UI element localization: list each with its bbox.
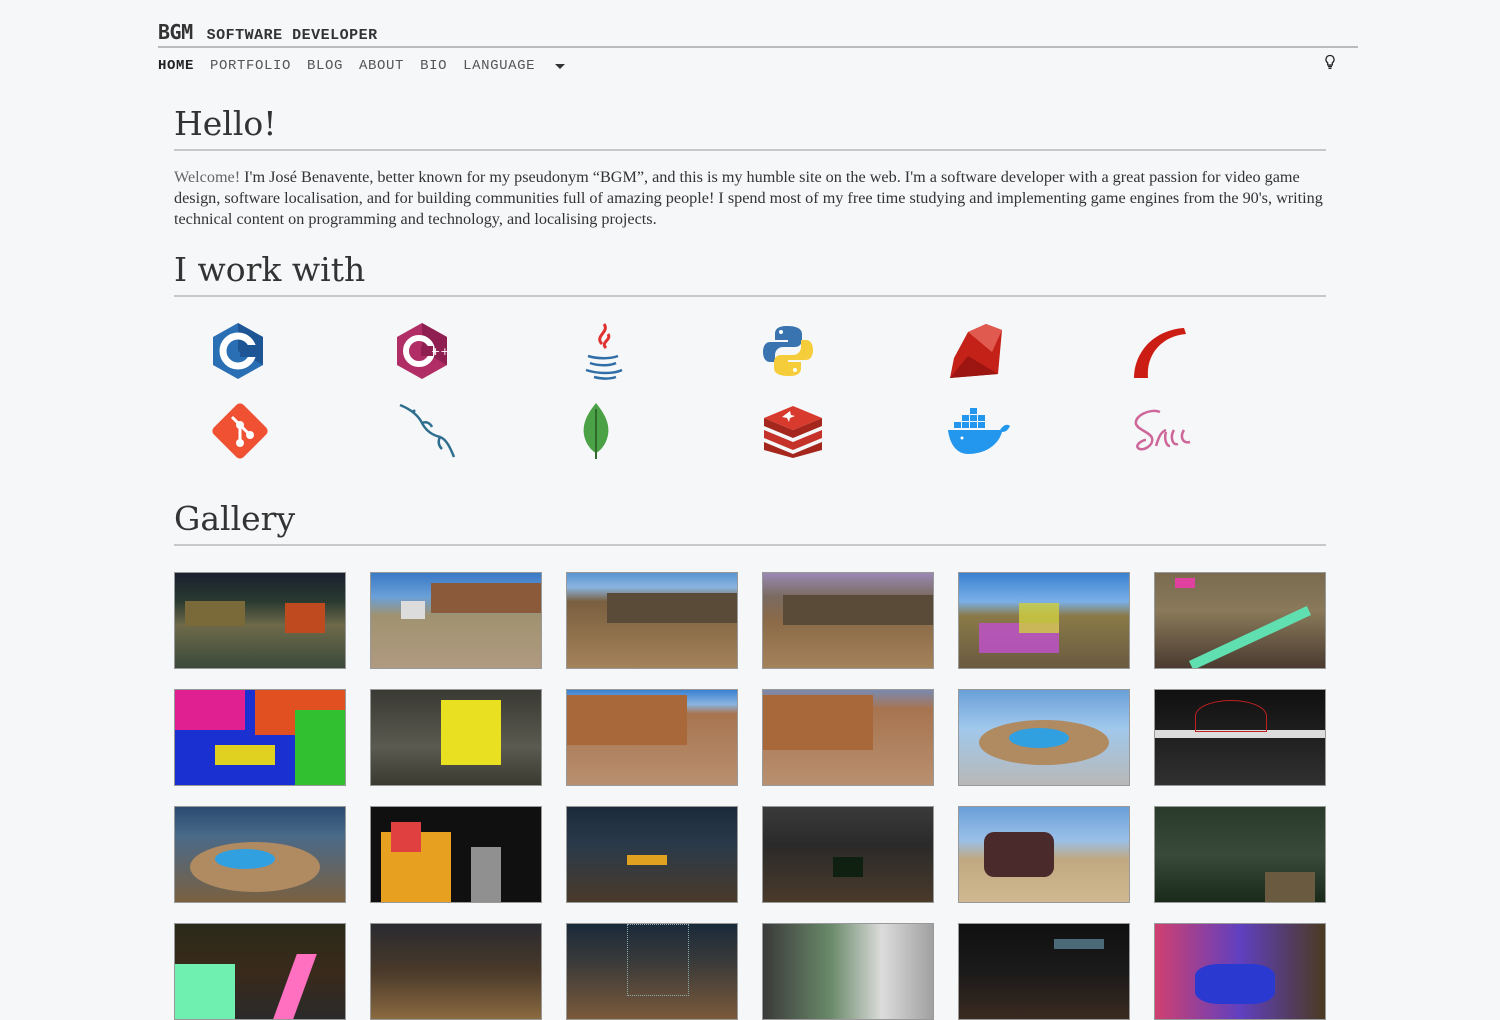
game-screenshot-1[interactable] [174, 572, 346, 669]
game-screenshot-4[interactable] [762, 572, 934, 669]
nav-blog[interactable]: BLOG [307, 58, 343, 74]
intro-paragraph: Welcome! I'm José Benavente, better know… [174, 167, 1326, 230]
rails-icon [1094, 311, 1278, 391]
game-screenshot-18[interactable] [1154, 806, 1326, 903]
gallery-title: Gallery [174, 499, 1326, 546]
brand-subtitle: SOFTWARE DEVELOPER [206, 27, 378, 44]
game-screenshot-6[interactable] [1154, 572, 1326, 669]
game-screenshot-10[interactable] [762, 689, 934, 786]
intro-title: Hello! [174, 104, 1326, 151]
nav-language-label: LANGUAGE [463, 58, 536, 74]
nav-portfolio[interactable]: PORTFOLIO [210, 58, 291, 74]
nav-home[interactable]: HOME [158, 58, 194, 74]
game-screenshot-23[interactable] [958, 923, 1130, 1020]
mongodb-icon [542, 391, 726, 471]
gallery-grid [174, 572, 1326, 1020]
game-screenshot-11[interactable] [958, 689, 1130, 786]
game-screenshot-20[interactable] [370, 923, 542, 1020]
site-header: BGM SOFTWARE DEVELOPER HOME PORTFOLIO BL… [158, 20, 1358, 74]
git-icon [174, 391, 358, 471]
mysql-icon [358, 391, 542, 471]
game-screenshot-24[interactable] [1154, 923, 1326, 1020]
java-icon [542, 311, 726, 391]
brand-name[interactable]: BGM [158, 20, 193, 44]
svg-text:++: ++ [431, 345, 449, 358]
intro-text: I'm José Benavente, better known for my … [174, 168, 1323, 228]
game-screenshot-2[interactable] [370, 572, 542, 669]
game-screenshot-5[interactable] [958, 572, 1130, 669]
game-screenshot-8[interactable] [370, 689, 542, 786]
game-screenshot-19[interactable] [174, 923, 346, 1020]
nav-language-dropdown[interactable]: LANGUAGE [463, 58, 566, 74]
lightbulb-icon[interactable] [1324, 54, 1336, 74]
game-screenshot-22[interactable] [762, 923, 934, 1020]
game-screenshot-12[interactable] [1154, 689, 1326, 786]
python-icon [726, 311, 910, 391]
brand: BGM SOFTWARE DEVELOPER [158, 20, 1358, 48]
game-screenshot-21[interactable] [566, 923, 738, 1020]
game-screenshot-3[interactable] [566, 572, 738, 669]
game-screenshot-9[interactable] [566, 689, 738, 786]
game-screenshot-7[interactable] [174, 689, 346, 786]
main-nav: HOME PORTFOLIO BLOG ABOUT BIO LANGUAGE [158, 58, 1358, 74]
welcome-text: Welcome! [174, 168, 241, 186]
skills-title: I work with [174, 250, 1326, 297]
main-content: Hello! Welcome! I'm José Benavente, bett… [174, 104, 1326, 1020]
game-screenshot-16[interactable] [762, 806, 934, 903]
nav-about[interactable]: ABOUT [359, 58, 404, 74]
cpp-icon: ++ [358, 311, 542, 391]
sass-icon [1094, 391, 1278, 471]
nav-bio[interactable]: BIO [420, 58, 447, 74]
caret-down-icon [555, 64, 566, 69]
docker-icon [910, 391, 1094, 471]
ruby-icon [910, 311, 1094, 391]
game-screenshot-17[interactable] [958, 806, 1130, 903]
redis-icon [726, 391, 910, 471]
c-icon [174, 311, 358, 391]
game-screenshot-13[interactable] [174, 806, 346, 903]
skills-grid: ++ [174, 311, 1326, 471]
game-screenshot-14[interactable] [370, 806, 542, 903]
game-screenshot-15[interactable] [566, 806, 738, 903]
